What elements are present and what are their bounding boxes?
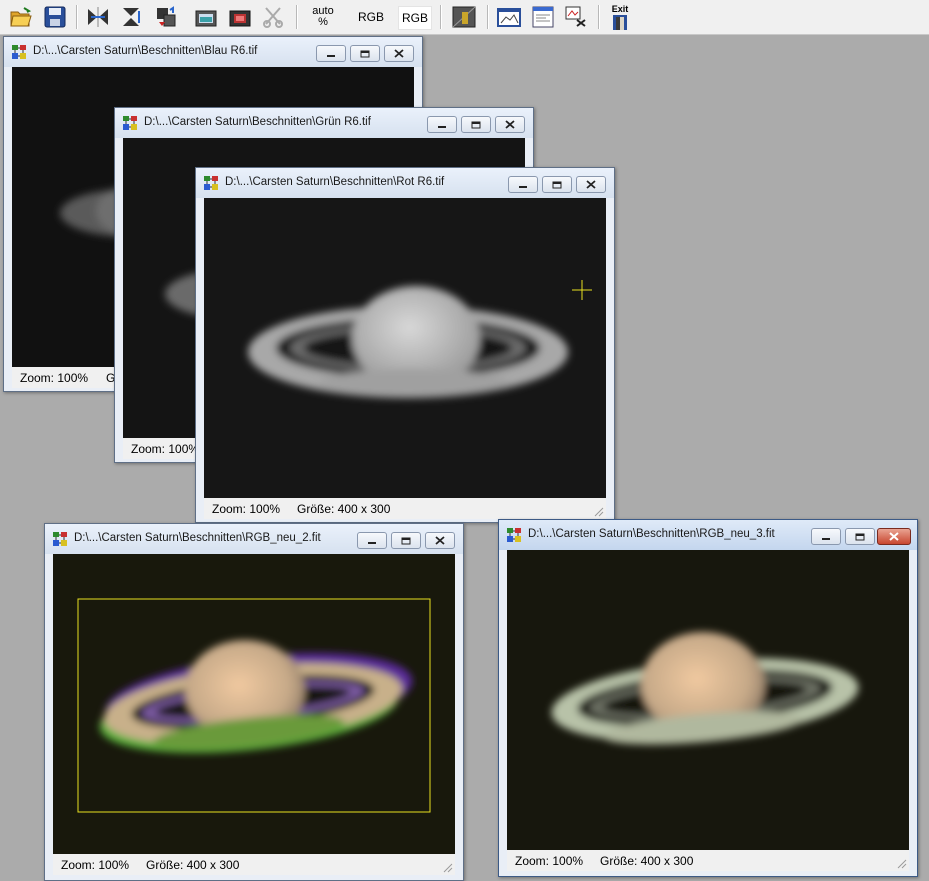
flip-vertical-icon[interactable] xyxy=(119,4,145,30)
window-titlebar[interactable]: D:\...\Carsten Saturn\Beschnitten\RGB_ne… xyxy=(499,520,917,550)
saturn-image-rot xyxy=(248,280,592,398)
open-folder-icon[interactable] xyxy=(8,4,34,30)
window-titlebar[interactable]: D:\...\Carsten Saturn\Beschnitten\Blau R… xyxy=(4,37,422,67)
app-icon xyxy=(203,175,219,191)
close-icon xyxy=(586,180,596,189)
rotate-icon[interactable] xyxy=(153,4,179,30)
app-icon xyxy=(122,115,138,131)
status-bar: Zoom: 100% Größe: 400 x 300 xyxy=(204,498,606,519)
door-icon xyxy=(613,15,627,30)
rgb-button[interactable]: RGB xyxy=(355,6,387,28)
rgb-active-label: RGB xyxy=(401,11,428,25)
restore-icon xyxy=(855,533,865,540)
minimize-button[interactable] xyxy=(427,116,457,133)
histogram-icon[interactable] xyxy=(451,4,477,30)
image-window-rot[interactable]: D:\...\Carsten Saturn\Beschnitten\Rot R6… xyxy=(195,167,615,523)
minimize-icon xyxy=(327,54,335,57)
saturn-image-rgb-3 xyxy=(551,632,859,745)
window-title: D:\...\Carsten Saturn\Beschnitten\RGB_ne… xyxy=(74,532,321,544)
image-canvas[interactable] xyxy=(507,550,909,850)
auto-percent-button[interactable]: auto % xyxy=(306,4,340,30)
percent-label: % xyxy=(318,16,328,28)
resize-grip-icon[interactable] xyxy=(443,863,453,873)
app-icon xyxy=(11,44,27,60)
main-toolbar: auto % RGB RGB Exit xyxy=(0,0,929,35)
close-button[interactable] xyxy=(425,532,455,549)
resize-grip-icon[interactable] xyxy=(594,507,604,517)
close-button[interactable] xyxy=(877,528,911,545)
restore-icon xyxy=(471,121,481,128)
restore-icon xyxy=(360,50,370,57)
minimize-button[interactable] xyxy=(811,528,841,545)
maximize-button[interactable] xyxy=(542,176,572,193)
window-title: D:\...\Carsten Saturn\Beschnitten\RGB_ne… xyxy=(528,528,775,540)
app-icon xyxy=(506,527,522,543)
minimize-button[interactable] xyxy=(508,176,538,193)
crop-icon[interactable] xyxy=(261,4,287,30)
maximize-button[interactable] xyxy=(845,528,875,545)
restore-icon xyxy=(401,537,411,544)
window-title: D:\...\Carsten Saturn\Beschnitten\Grün R… xyxy=(144,116,371,128)
window-icon[interactable] xyxy=(496,4,522,30)
window-titlebar[interactable]: D:\...\Carsten Saturn\Beschnitten\RGB_ne… xyxy=(45,524,463,554)
close-icon xyxy=(435,536,445,545)
size-text: Größe: 400 x 300 xyxy=(600,854,694,868)
close-icon xyxy=(394,49,404,58)
close-button[interactable] xyxy=(576,176,606,193)
status-bar: Zoom: 100% Größe: 400 x 300 xyxy=(53,854,455,875)
image-canvas[interactable] xyxy=(53,554,455,854)
app-icon xyxy=(52,531,68,547)
flip-horizontal-icon[interactable] xyxy=(85,4,111,30)
camera-icon[interactable] xyxy=(227,4,253,30)
close-icon xyxy=(505,120,515,129)
saturn-image-rgb-2 xyxy=(77,598,431,813)
size-text: Größe: 400 x 300 xyxy=(146,858,240,872)
exit-button[interactable]: Exit xyxy=(607,4,633,30)
rgb-active-button[interactable]: RGB xyxy=(398,6,432,30)
rgb-label: RGB xyxy=(357,10,384,24)
window-title: D:\...\Carsten Saturn\Beschnitten\Blau R… xyxy=(33,45,258,57)
image-window-rgb-neu-2[interactable]: D:\...\Carsten Saturn\Beschnitten\RGB_ne… xyxy=(44,523,464,881)
image-window-rgb-neu-3[interactable]: D:\...\Carsten Saturn\Beschnitten\RGB_ne… xyxy=(498,519,918,877)
minimize-icon xyxy=(519,185,527,188)
minimize-icon xyxy=(438,125,446,128)
window-titlebar[interactable]: D:\...\Carsten Saturn\Beschnitten\Grün R… xyxy=(115,108,533,138)
maximize-button[interactable] xyxy=(391,532,421,549)
close-button[interactable] xyxy=(495,116,525,133)
maximize-button[interactable] xyxy=(461,116,491,133)
measure-icon[interactable] xyxy=(564,4,590,30)
size-text: Größe: 400 x 300 xyxy=(297,502,391,516)
minimize-icon xyxy=(368,541,376,544)
screen-icon[interactable] xyxy=(193,4,219,30)
crosshair-cursor xyxy=(572,280,592,300)
document-icon[interactable] xyxy=(530,4,556,30)
close-icon xyxy=(889,532,899,541)
maximize-button[interactable] xyxy=(350,45,380,62)
window-title: D:\...\Carsten Saturn\Beschnitten\Rot R6… xyxy=(225,176,445,188)
zoom-text: Zoom: 100% xyxy=(61,858,130,872)
status-bar: Zoom: 100% Größe: 400 x 300 xyxy=(507,850,909,871)
close-button[interactable] xyxy=(384,45,414,62)
window-titlebar[interactable]: D:\...\Carsten Saturn\Beschnitten\Rot R6… xyxy=(196,168,614,198)
image-canvas[interactable] xyxy=(204,198,606,498)
zoom-text: Zoom: 100% xyxy=(20,371,89,385)
zoom-text: Zoom: 100% xyxy=(212,502,281,516)
minimize-button[interactable] xyxy=(357,532,387,549)
restore-icon xyxy=(552,181,562,188)
exit-label: Exit xyxy=(611,4,629,14)
zoom-text: Zoom: 100% xyxy=(515,854,584,868)
resize-grip-icon[interactable] xyxy=(897,859,907,869)
save-icon[interactable] xyxy=(42,4,68,30)
minimize-icon xyxy=(822,537,830,540)
minimize-button[interactable] xyxy=(316,45,346,62)
zoom-text: Zoom: 100% xyxy=(131,442,200,456)
